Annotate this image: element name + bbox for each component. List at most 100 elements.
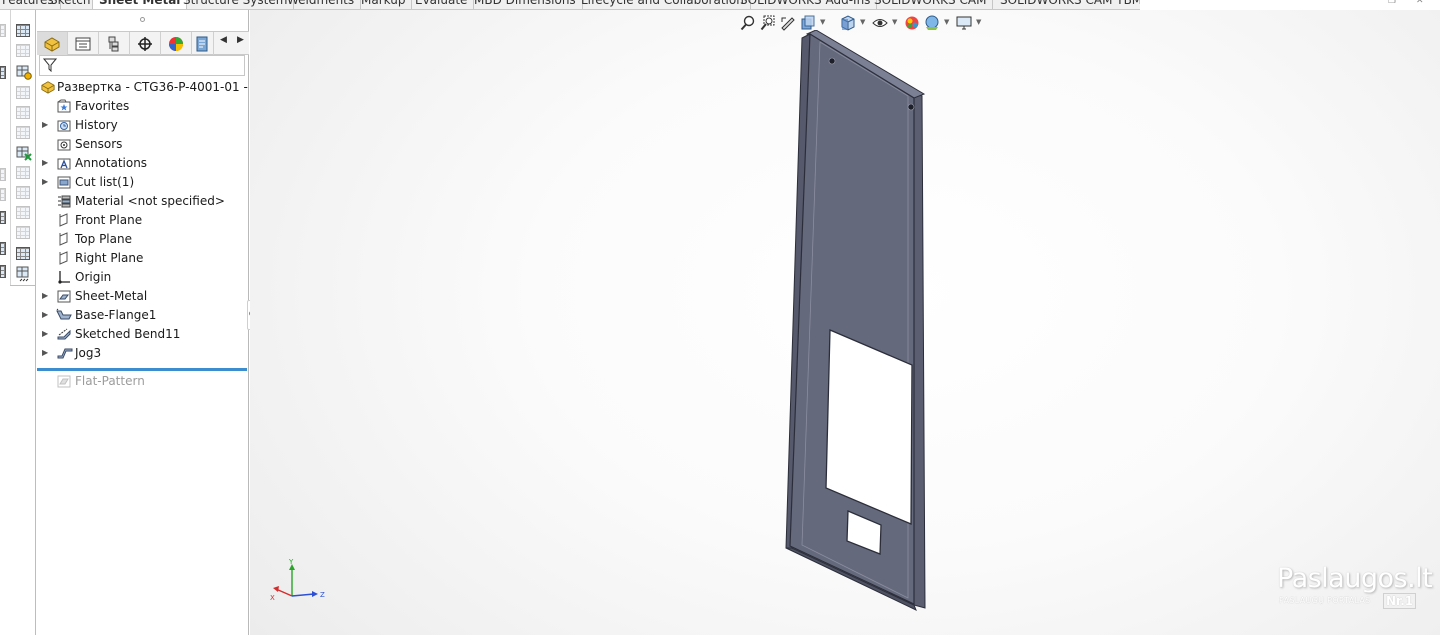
zoom-to-area-icon[interactable] bbox=[760, 15, 776, 31]
strip-icon[interactable] bbox=[0, 242, 6, 255]
sensors-folder-icon bbox=[57, 139, 71, 151]
tree-item-top-plane[interactable]: Top Plane bbox=[37, 230, 249, 249]
close-icon[interactable]: ✕ bbox=[1416, 0, 1424, 6]
strip-icon[interactable] bbox=[0, 188, 6, 201]
bom-table-icon[interactable] bbox=[16, 266, 30, 282]
strip-icon[interactable] bbox=[0, 66, 6, 79]
table-icon[interactable] bbox=[16, 86, 30, 99]
strip-icon[interactable] bbox=[0, 24, 6, 37]
tab-solidworks-addins[interactable]: SOLIDWORKS Add-Ins bbox=[734, 0, 878, 9]
expand-arrow-icon[interactable]: ▶ bbox=[42, 348, 48, 357]
table-icon[interactable] bbox=[16, 206, 30, 219]
tree-item-right-plane[interactable]: Right Plane bbox=[37, 249, 249, 268]
delete-table-icon[interactable] bbox=[16, 146, 32, 161]
table-icon[interactable] bbox=[16, 247, 30, 260]
hide-show-items-icon[interactable] bbox=[872, 15, 888, 31]
table-icon[interactable] bbox=[16, 166, 30, 179]
dropdown-arrow-icon[interactable]: ▼ bbox=[892, 18, 897, 26]
tab-markup[interactable]: Markup bbox=[355, 0, 413, 9]
table-settings-icon[interactable] bbox=[16, 65, 32, 80]
tab-solidworks-cam[interactable]: SOLIDWORKS CAM bbox=[868, 0, 994, 9]
table-icon[interactable] bbox=[16, 126, 30, 139]
table-icon[interactable] bbox=[16, 24, 30, 37]
strip-icon[interactable] bbox=[0, 168, 6, 181]
configuration-manager-tab[interactable] bbox=[99, 32, 130, 55]
apply-scene-icon[interactable] bbox=[924, 15, 940, 31]
window-controls: ❐ ✕ bbox=[1380, 0, 1440, 8]
view-settings-icon[interactable] bbox=[956, 15, 972, 31]
tree-item-label: Favorites bbox=[75, 99, 130, 113]
tree-item-label: Origin bbox=[75, 270, 112, 284]
tree-item-label: Flat-Pattern bbox=[75, 374, 145, 388]
sheet-metal-icon bbox=[57, 290, 71, 303]
left-command-strip bbox=[0, 10, 36, 635]
tab-lifecycle-collaboration[interactable]: Lifecycle and Collaboration bbox=[575, 0, 751, 9]
filter-icon[interactable] bbox=[43, 58, 57, 72]
tree-item-annotations[interactable]: ▶ Annotations bbox=[37, 154, 249, 173]
tree-item-label: Top Plane bbox=[75, 232, 132, 246]
tree-filter-box[interactable] bbox=[39, 55, 245, 76]
display-manager-tab[interactable] bbox=[161, 32, 192, 55]
dropdown-arrow-icon[interactable]: ▼ bbox=[820, 18, 825, 26]
dropdown-arrow-icon[interactable]: ▼ bbox=[944, 18, 949, 26]
watermark-rank: Nr.1 bbox=[1383, 593, 1417, 609]
dropdown-arrow-icon[interactable]: ▼ bbox=[860, 18, 865, 26]
tab-sheet-metal[interactable]: Sheet Metal bbox=[92, 0, 188, 9]
annotations-folder-icon bbox=[57, 158, 71, 170]
zoom-to-fit-icon[interactable] bbox=[740, 15, 756, 31]
expand-arrow-icon[interactable]: ▶ bbox=[42, 120, 48, 129]
previous-view-icon[interactable] bbox=[780, 15, 796, 31]
expand-arrow-icon[interactable]: ▶ bbox=[42, 291, 48, 300]
tree-item-material[interactable]: Material <not specified> bbox=[37, 192, 249, 211]
property-manager-tab[interactable] bbox=[68, 32, 99, 55]
expand-arrow-icon[interactable]: ▶ bbox=[42, 329, 48, 338]
feature-manager-tab[interactable] bbox=[37, 32, 68, 55]
rollback-bar[interactable] bbox=[37, 368, 247, 371]
tree-item-sheet-metal[interactable]: ▶ Sheet-Metal bbox=[37, 287, 249, 306]
tree-item-origin[interactable]: Origin bbox=[37, 268, 249, 287]
tab-mbd-dimensions[interactable]: MBD Dimensions bbox=[468, 0, 583, 9]
graphics-area[interactable]: ▼ ▼ ▼ ▼ ▼ Y Z X bbox=[250, 10, 1440, 635]
plane-icon bbox=[59, 213, 68, 227]
expand-arrow-icon[interactable]: ▶ bbox=[42, 177, 48, 186]
tree-item-front-plane[interactable]: Front Plane bbox=[37, 211, 249, 230]
tree-item-history[interactable]: ▶ History bbox=[37, 116, 249, 135]
dimxpert-tab[interactable] bbox=[130, 32, 161, 55]
edit-appearance-icon[interactable] bbox=[904, 15, 920, 31]
sheet-metal-part-model[interactable] bbox=[780, 30, 950, 620]
tree-item-favorites[interactable]: Favorites bbox=[37, 97, 249, 116]
panel-grip-handle[interactable] bbox=[140, 17, 145, 22]
tree-item-label: Sheet-Metal bbox=[75, 289, 148, 303]
restore-icon[interactable]: ❐ bbox=[1388, 0, 1396, 6]
table-icon[interactable] bbox=[16, 186, 30, 199]
strip-icon[interactable] bbox=[0, 265, 6, 278]
tree-item-sketched-bend[interactable]: ▶ Sketched Bend11 bbox=[37, 325, 249, 344]
tree-item-label: Right Plane bbox=[75, 251, 144, 265]
tree-root-part[interactable]: Развертка - CTG36-P-4001-01 - 1.5mm bbox=[37, 78, 249, 97]
tabs-scroll-right-icon[interactable]: ▶ bbox=[237, 35, 244, 45]
tab-sketch[interactable]: Sketch bbox=[44, 0, 98, 9]
cam-tab[interactable] bbox=[192, 32, 214, 55]
expand-arrow-icon[interactable]: ▶ bbox=[42, 158, 48, 167]
section-view-icon[interactable] bbox=[800, 15, 816, 31]
tab-evaluate[interactable]: Evaluate bbox=[409, 0, 475, 9]
table-icon[interactable] bbox=[16, 106, 30, 119]
expand-arrow-icon[interactable]: ▶ bbox=[42, 310, 48, 319]
tree-item-jog[interactable]: ▶ Jog3 bbox=[37, 344, 249, 363]
tab-solidworks-cam-tbm[interactable]: SOLIDWORKS CAM TBM bbox=[994, 0, 1140, 9]
tree-item-sensors[interactable]: Sensors bbox=[37, 135, 249, 154]
display-manager-icon bbox=[169, 36, 183, 51]
tab-weldments[interactable]: Weldments bbox=[281, 0, 362, 9]
tree-item-cut-list[interactable]: ▶ Cut list(1) bbox=[37, 173, 249, 192]
tree-item-base-flange[interactable]: ▶ Base-Flange1 bbox=[37, 306, 249, 325]
dropdown-arrow-icon[interactable]: ▼ bbox=[976, 18, 981, 26]
tab-structure-system[interactable]: Structure System bbox=[177, 0, 295, 9]
tabs-scroll-left-icon[interactable]: ◀ bbox=[220, 35, 227, 45]
table-icon[interactable] bbox=[16, 44, 30, 57]
strip-icon[interactable] bbox=[0, 211, 6, 224]
table-icon[interactable] bbox=[16, 226, 30, 239]
flat-pattern-icon bbox=[57, 375, 71, 388]
tree-item-flat-pattern[interactable]: Flat-Pattern bbox=[37, 372, 249, 391]
cut-list-icon bbox=[57, 176, 71, 189]
view-orientation-icon[interactable] bbox=[840, 15, 856, 31]
